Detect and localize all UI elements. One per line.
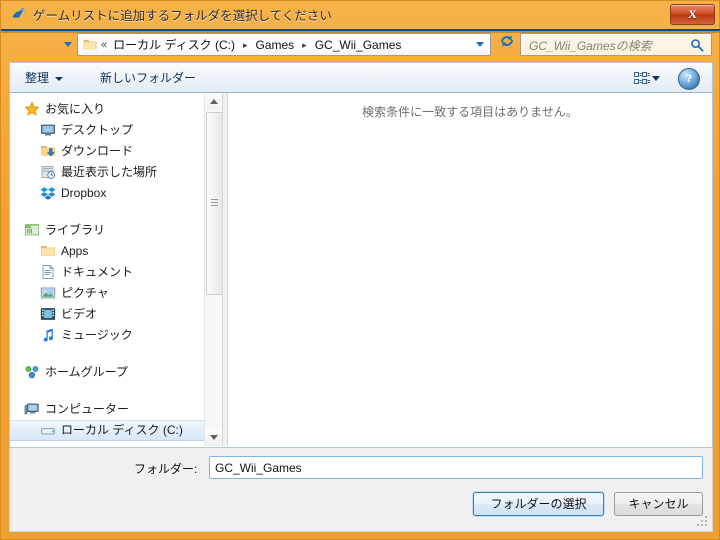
homegroup-icon bbox=[25, 366, 39, 379]
sidebar-item-documents[interactable]: ドキュメント bbox=[10, 262, 222, 283]
explorer-body: お気に入り デスクトップ ダウンロード 最近表示した場所 Dropbox ライブ… bbox=[9, 93, 713, 448]
nav-group-computer: コンピューター ローカル ディスク (C:) bbox=[10, 399, 222, 441]
refresh-icon bbox=[501, 35, 513, 47]
sidebar-item-computer[interactable]: コンピューター bbox=[10, 399, 222, 420]
documents-icon bbox=[42, 264, 54, 279]
sidebar-item-desktop[interactable]: デスクトップ bbox=[10, 120, 222, 141]
desktop-icon bbox=[41, 124, 55, 136]
navigation-pane: お気に入り デスクトップ ダウンロード 最近表示した場所 Dropbox ライブ… bbox=[10, 93, 222, 446]
select-folder-button[interactable]: フォルダーの選択 bbox=[473, 492, 604, 516]
sidebar-label: お気に入り bbox=[45, 102, 106, 116]
star-icon bbox=[24, 101, 40, 116]
sidebar-item-favorites[interactable]: お気に入り bbox=[10, 99, 222, 120]
search-input[interactable]: GC_Wii_Gamesの検索 bbox=[520, 33, 712, 56]
address-bar[interactable]: « ローカル ディスク (C:) ▸ Games ▸ GC_Wii_Games bbox=[77, 33, 491, 56]
dropbox-icon bbox=[40, 187, 56, 200]
sidebar-item-music[interactable]: ミュージック bbox=[10, 325, 222, 346]
sidebar-label: デスクトップ bbox=[61, 123, 134, 137]
breadcrumb: « ローカル ディスク (C:) ▸ Games ▸ GC_Wii_Games bbox=[101, 34, 403, 55]
sidebar-label: ホームグループ bbox=[45, 365, 128, 379]
folder-picker-dialog: ゲームリストに追加するフォルダを選択してください X ◀ ▶ « ローカル ディ… bbox=[0, 0, 720, 540]
search-icon bbox=[691, 39, 704, 52]
recent-places-icon bbox=[41, 166, 56, 179]
breadcrumb-item-1[interactable]: Games bbox=[253, 38, 296, 52]
dialog-footer: フォルダー: フォルダーの選択 キャンセル bbox=[9, 448, 713, 532]
sidebar-label: ピクチャ bbox=[61, 286, 109, 300]
chevron-down-icon bbox=[210, 435, 218, 440]
sidebar-item-pictures[interactable]: ピクチャ bbox=[10, 283, 222, 304]
file-list-pane[interactable]: 検索条件に一致する項目はありません。 bbox=[228, 93, 712, 446]
breadcrumb-overflow-chevron[interactable]: « bbox=[101, 39, 111, 51]
folder-icon bbox=[83, 39, 97, 50]
title-bar[interactable]: ゲームリストに追加するフォルダを選択してください X bbox=[1, 1, 720, 29]
scroll-up-button[interactable] bbox=[205, 93, 222, 110]
organize-label: 整理 bbox=[25, 71, 50, 85]
breadcrumb-separator-icon[interactable]: ▸ bbox=[296, 40, 313, 51]
help-button[interactable]: ? bbox=[678, 68, 700, 90]
close-icon: X bbox=[688, 7, 697, 21]
videos-icon bbox=[40, 308, 56, 320]
resize-grip[interactable] bbox=[697, 516, 709, 528]
refresh-button[interactable] bbox=[496, 33, 518, 56]
chevron-up-icon bbox=[210, 99, 218, 104]
sidebar-label: ダウンロード bbox=[61, 144, 134, 158]
sidebar-label: Apps bbox=[61, 244, 89, 258]
scrollbar-grip-icon bbox=[211, 199, 218, 206]
cancel-button[interactable]: キャンセル bbox=[614, 492, 703, 516]
command-toolbar: 整理 新しいフォルダー ? bbox=[9, 62, 713, 93]
nav-group-libraries: ライブラリ Apps ドキュメント ピクチャ ビデオ ミュージック bbox=[10, 220, 222, 346]
dolphin-icon bbox=[12, 8, 26, 18]
sidebar-item-apps[interactable]: Apps bbox=[10, 241, 222, 262]
organize-button[interactable]: 整理 bbox=[19, 68, 69, 89]
view-options-dropdown-icon[interactable] bbox=[652, 76, 660, 81]
new-folder-button[interactable]: 新しいフォルダー bbox=[94, 68, 202, 89]
address-dropdown-icon[interactable] bbox=[476, 42, 484, 47]
sidebar-label: コンピューター bbox=[45, 402, 130, 416]
drive-icon bbox=[40, 428, 56, 435]
downloads-icon bbox=[41, 146, 55, 157]
sidebar-item-libraries[interactable]: ライブラリ bbox=[10, 220, 222, 241]
nav-group-favorites: お気に入り デスクトップ ダウンロード 最近表示した場所 Dropbox bbox=[10, 99, 222, 204]
sidebar-label: Dropbox bbox=[61, 186, 107, 200]
sidebar-item-homegroup[interactable]: ホームグループ bbox=[10, 362, 222, 383]
sidebar-item-local-disk-c[interactable]: ローカル ディスク (C:) bbox=[10, 420, 222, 441]
sidebar-label: ビデオ bbox=[61, 307, 98, 321]
sidebar-label: ライブラリ bbox=[45, 223, 106, 237]
music-icon bbox=[43, 329, 53, 342]
sidebar-label: 最近表示した場所 bbox=[61, 165, 158, 179]
computer-icon bbox=[24, 403, 39, 415]
scrollbar-thumb[interactable] bbox=[206, 112, 222, 295]
navigation-bar: ◀ ▶ « ローカル ディスク (C:) ▸ Games ▸ GC_Wii_Ga… bbox=[1, 29, 720, 61]
sidebar-item-videos[interactable]: ビデオ bbox=[10, 304, 222, 325]
folder-icon bbox=[41, 246, 55, 256]
chevron-down-icon bbox=[55, 76, 64, 81]
scroll-down-button[interactable] bbox=[205, 429, 222, 446]
pictures-icon bbox=[40, 287, 56, 299]
empty-state-message: 検索条件に一致する項目はありません。 bbox=[362, 105, 578, 119]
sidebar-label: ドキュメント bbox=[61, 265, 134, 279]
close-button[interactable]: X bbox=[670, 4, 715, 25]
sidebar-item-dropbox[interactable]: Dropbox bbox=[10, 183, 222, 204]
sidebar-scrollbar[interactable] bbox=[204, 93, 222, 446]
libraries-icon bbox=[25, 224, 39, 236]
sidebar-item-recent-places[interactable]: 最近表示した場所 bbox=[10, 162, 222, 183]
nav-group-homegroup: ホームグループ bbox=[10, 362, 222, 383]
window-title: ゲームリストに追加するフォルダを選択してください bbox=[33, 9, 332, 23]
breadcrumb-item-2[interactable]: GC_Wii_Games bbox=[313, 38, 404, 52]
sidebar-item-downloads[interactable]: ダウンロード bbox=[10, 141, 222, 162]
sidebar-label: ローカル ディスク (C:) bbox=[61, 423, 183, 437]
breadcrumb-item-0[interactable]: ローカル ディスク (C:) bbox=[111, 36, 237, 53]
recent-pages-dropdown-icon[interactable] bbox=[64, 42, 72, 47]
sidebar-label: ミュージック bbox=[61, 328, 133, 342]
navigation-pane-content: お気に入り デスクトップ ダウンロード 最近表示した場所 Dropbox ライブ… bbox=[10, 93, 222, 446]
search-placeholder: GC_Wii_Gamesの検索 bbox=[529, 39, 652, 53]
folder-field-label: フォルダー: bbox=[134, 462, 198, 476]
breadcrumb-separator-icon[interactable]: ▸ bbox=[237, 40, 254, 51]
folder-name-input[interactable] bbox=[209, 456, 703, 479]
